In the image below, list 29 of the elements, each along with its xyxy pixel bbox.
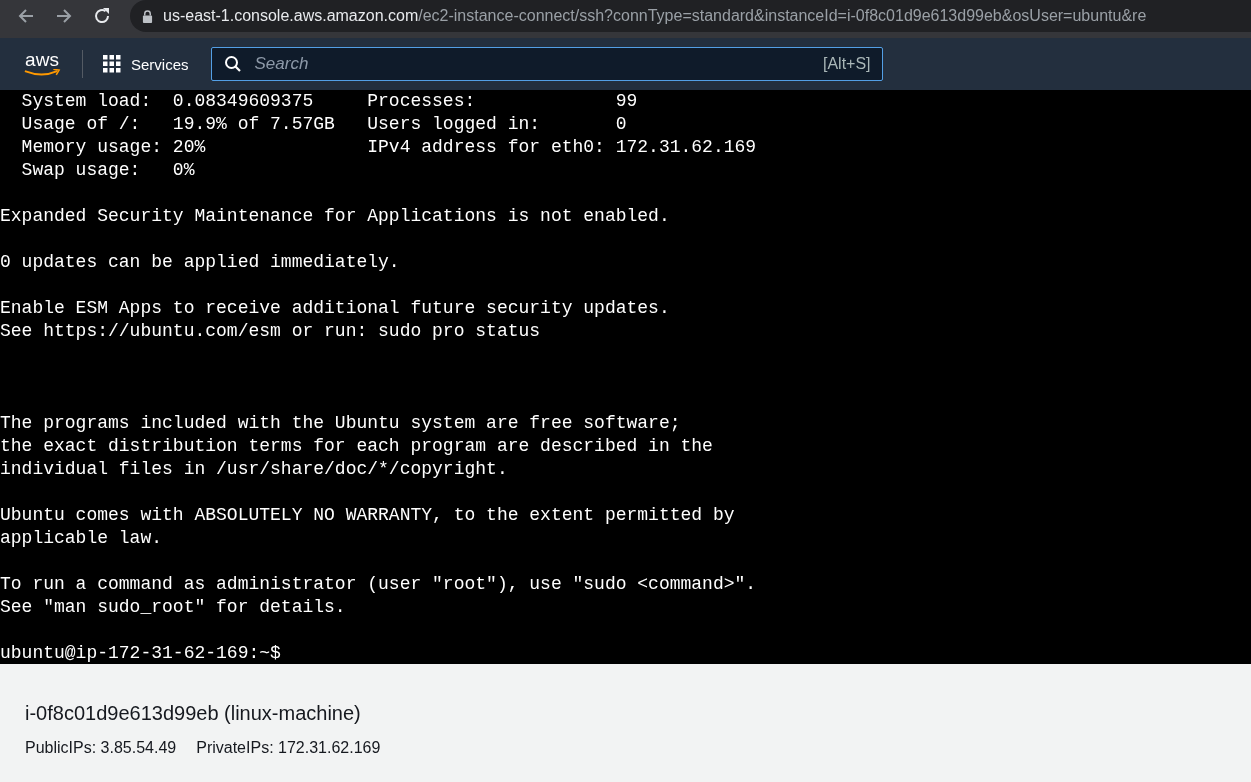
terminal-line: applicable law. (0, 527, 163, 550)
aws-logo[interactable]: aws (22, 51, 62, 77)
terminal-line: Swap usage: 0% (20, 159, 195, 182)
terminal-line: Expanded Security Maintenance for Applications is not enabled. (0, 205, 670, 228)
grid-icon (103, 55, 121, 73)
keyboard-shortcut: [Alt+S] (822, 55, 871, 73)
instance-title: i-0f8c01d9e613d99eb (linux-machine) (25, 702, 361, 725)
terminal[interactable] (0, 90, 1251, 664)
terminal-line: 0 updates can be applied immediately. (0, 251, 400, 274)
terminal-line: Memory usage: 20% IPv4 address for eth0: 172.31.62.169 (20, 136, 757, 159)
url-text: us-east-1.console.aws.amazon.com/ec2-instance-connect/ssh?connType=standard&instanceId=i-0f8c01d9e613d99eb&osUser=ubuntu&re (163, 7, 1147, 25)
terminal-line: The programs included with the Ubuntu system are free software; (0, 412, 681, 435)
terminal-line: Ubuntu comes with ABSOLUTELY NO WARRANTY, to the extent permitted by (0, 504, 735, 527)
terminal-line: See "man sudo_root" for details. (0, 596, 346, 619)
lock-icon (142, 9, 153, 23)
public-ips: PublicIPs: 3.85.54.49 (25, 739, 177, 757)
address-bar[interactable]: us-east-1.console.aws.amazon.com/ec2-instance-connect/ssh?connType=standard&instanceId=i-0f8c01d9e613d99eb&osUser=ubuntu&re (130, 0, 1251, 32)
terminal-line: individual files in /usr/share/doc/*/copyright. (0, 458, 508, 481)
terminal-line: ubuntu@ip-172-31-62-169:~$ (0, 642, 281, 664)
terminal-line: Enable ESM Apps to receive additional future security updates. (0, 297, 670, 320)
search-icon (223, 55, 242, 73)
terminal-line: Usage of /: 19.9% of 7.57GB Users logged in: 0 (20, 113, 627, 136)
terminal-line: See https://ubuntu.com/esm or run: sudo pro status (0, 320, 541, 343)
reload-icon[interactable] (92, 6, 112, 26)
private-ips: PrivateIPs: 172.31.62.169 (196, 739, 381, 757)
terminal-line: the exact distribution terms for each program are described in the (0, 435, 713, 458)
terminal-line: To run a command as administrator (user "root"), use "sudo <command>". (0, 573, 757, 596)
terminal-line: System load: 0.08349609375 Processes: 99 (20, 90, 638, 113)
services-button[interactable]: Services (103, 55, 189, 73)
